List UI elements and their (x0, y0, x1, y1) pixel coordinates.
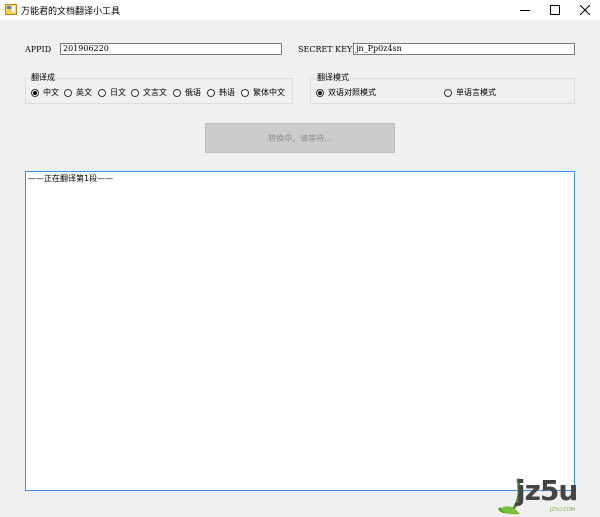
translate-to-legend: 翻译成 (30, 73, 56, 83)
minimize-button[interactable] (510, 0, 540, 20)
appid-input[interactable]: 201906220 (60, 43, 282, 55)
radio-indicator (98, 89, 106, 97)
radio-indicator (207, 89, 215, 97)
window-title: 万能君的文档翻译小工具 (21, 7, 121, 17)
radio-indicator (241, 89, 249, 97)
maximize-icon (550, 5, 560, 15)
output-textarea[interactable]: ——正在翻译第1段—— (25, 171, 575, 491)
minimize-icon (520, 10, 530, 11)
radio-indicator (316, 89, 324, 97)
appid-label: APPID (25, 45, 52, 54)
mode-legend: 翻译模式 (316, 73, 350, 83)
title-bar: 万能君的文档翻译小工具 (0, 0, 600, 20)
radio-indicator (173, 89, 181, 97)
radio-label: 英文 (76, 88, 92, 97)
radio-label: 韩语 (219, 88, 235, 97)
radio-single-language-mode[interactable]: 单语言模式 (444, 88, 496, 98)
radio-russian[interactable]: 俄语 (173, 88, 201, 98)
close-icon (580, 5, 590, 15)
radio-indicator (444, 89, 452, 97)
radio-japanese[interactable]: 日文 (98, 88, 126, 98)
radio-indicator (131, 89, 139, 97)
radio-indicator (31, 89, 39, 97)
radio-label: 繁体中文 (253, 88, 285, 97)
convert-button[interactable]: 转换中，请等待... (205, 123, 395, 153)
radio-traditional-chinese[interactable]: 繁体中文 (241, 88, 285, 98)
radio-bilingual-mode[interactable]: 双语对照模式 (316, 88, 376, 98)
radio-label: 单语言模式 (456, 88, 496, 97)
watermark-subtext: JZ5U.COM (550, 507, 576, 513)
radio-label: 日文 (110, 88, 126, 97)
close-button[interactable] (570, 0, 600, 20)
app-icon (5, 4, 17, 15)
watermark-text: jz5u (516, 474, 578, 507)
secret-key-label: SECRET KEY (298, 45, 353, 54)
radio-indicator (64, 89, 72, 97)
radio-korean[interactable]: 韩语 (207, 88, 235, 98)
radio-classical-chinese[interactable]: 文言文 (131, 88, 167, 98)
radio-chinese[interactable]: 中文 (31, 88, 59, 98)
secret-key-input[interactable]: jn_Pp0z4sn (353, 43, 575, 55)
radio-label: 双语对照模式 (328, 88, 376, 97)
watermark-logo: jz5u JZ5U.COM (498, 474, 600, 517)
radio-label: 文言文 (143, 88, 167, 97)
radio-label: 中文 (43, 88, 59, 97)
radio-english[interactable]: 英文 (64, 88, 92, 98)
radio-label: 俄语 (185, 88, 201, 97)
maximize-button[interactable] (540, 0, 570, 20)
